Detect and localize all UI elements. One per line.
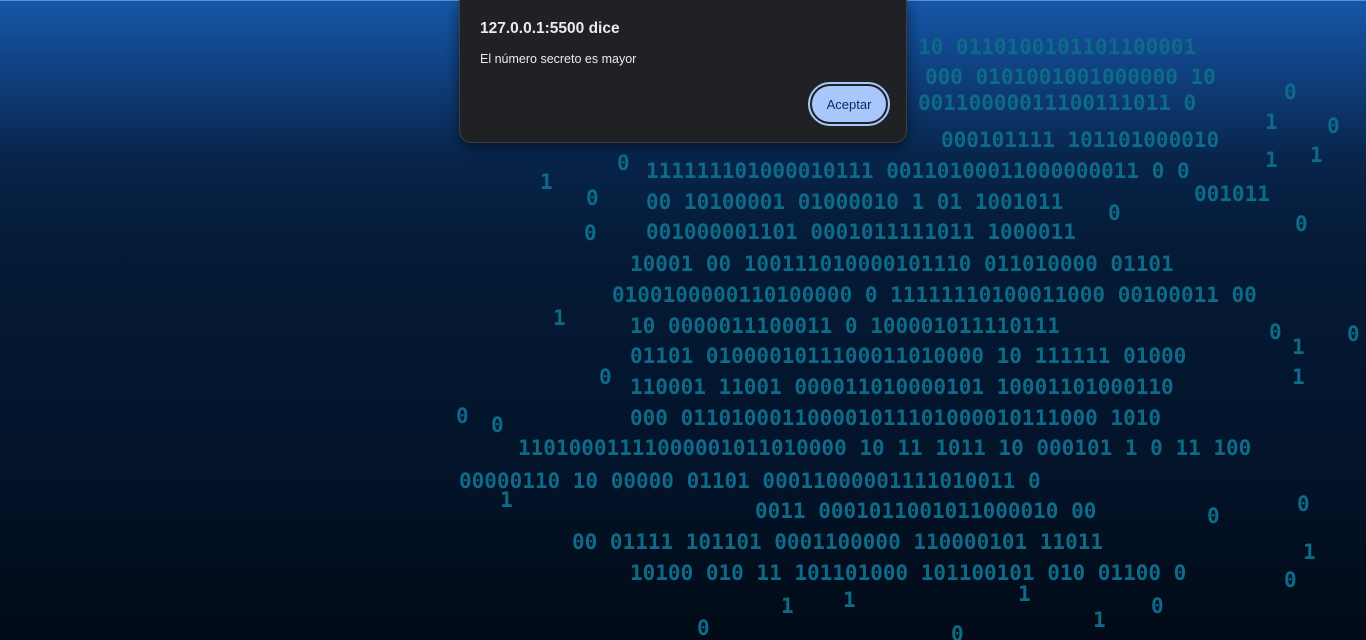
binary-row: 000 011010001100001011101000010111000 10…: [630, 406, 1162, 430]
binary-row: 00110000011100111011 0: [918, 91, 1197, 115]
binary-digit: 0: [1284, 568, 1297, 592]
binary-digit: 1: [843, 588, 856, 612]
binary-row: 10100 010 11 101101000 101100101 010 011…: [630, 561, 1187, 585]
binary-digit: 0: [697, 616, 710, 640]
binary-digit: 0: [456, 404, 469, 428]
binary-digit: 0: [617, 151, 630, 175]
binary-row: 10001 00 100111010000101110 011010000 01…: [630, 252, 1174, 276]
dialog-message: El número secreto es mayor: [480, 52, 637, 66]
binary-digit: 0: [1327, 114, 1340, 138]
binary-digit: 0: [1269, 320, 1282, 344]
binary-digit: 0: [1295, 212, 1308, 236]
binary-row: 000 0101001001000000 10: [925, 65, 1216, 89]
binary-row: 10 0000011100011 0 100001011110111: [630, 314, 1060, 338]
binary-digit: 0: [491, 413, 504, 437]
binary-digit: 0: [951, 622, 964, 640]
binary-digit: 1: [1265, 110, 1278, 134]
binary-digit: 0: [1151, 594, 1164, 618]
binary-digit: 1: [1018, 582, 1031, 606]
binary-row: 00000110 10 00000 01101 0001100000111101…: [459, 469, 1041, 493]
binary-digit: 0: [586, 186, 599, 210]
binary-row: 11010001111000001011010000 10 11 1011 10…: [518, 436, 1252, 460]
binary-digit: 0: [1207, 504, 1220, 528]
binary-row: 000101111 101101000010: [941, 128, 1220, 152]
binary-digit: 0: [1297, 492, 1310, 516]
binary-digit: 1: [500, 488, 513, 512]
binary-digit: 0: [1284, 80, 1297, 104]
binary-row: 0100100000110100000 0 11111110100011000 …: [612, 283, 1257, 307]
binary-digit: 1: [1265, 148, 1278, 172]
binary-digit: 0: [1108, 201, 1121, 225]
binary-row: 00 01111 101101 0001100000 110000101 110…: [572, 530, 1104, 554]
binary-digit: 1: [1093, 608, 1106, 632]
binary-digit: 1: [1310, 143, 1323, 167]
binary-digit: 1: [781, 594, 794, 618]
binary-row: 110001 11001 000011010000101 10001101000…: [630, 375, 1174, 399]
binary-digit: 1: [1292, 335, 1305, 359]
binary-row: 111111101000010111 00110100011000000011 …: [646, 159, 1190, 183]
binary-row: 001000001101 0001011111011 1000011: [646, 220, 1076, 244]
accept-button-label: Aceptar: [812, 86, 886, 122]
binary-row: 0011 0001011001011000010 00: [755, 499, 1097, 523]
binary-digit: 1: [1292, 365, 1305, 389]
alert-dialog: 127.0.0.1:5500 dice El número secreto es…: [459, 0, 907, 143]
accept-button[interactable]: Aceptar: [808, 82, 890, 126]
binary-row: 01101 0100001011100011010000 10 111111 0…: [630, 344, 1187, 368]
binary-digit: 1: [553, 306, 566, 330]
binary-digit: 1: [1303, 540, 1316, 564]
binary-digit: 0: [1347, 322, 1360, 346]
binary-row: 00 10100001 01000010 1 01 1001011: [646, 190, 1064, 214]
dialog-title: 127.0.0.1:5500 dice: [480, 20, 620, 37]
binary-digit: 0: [599, 365, 612, 389]
binary-row: 10 0110100101101100001: [918, 35, 1197, 59]
binary-digit: 0: [584, 221, 597, 245]
binary-digit: 1: [540, 170, 553, 194]
binary-digit: 001011: [1194, 182, 1270, 206]
